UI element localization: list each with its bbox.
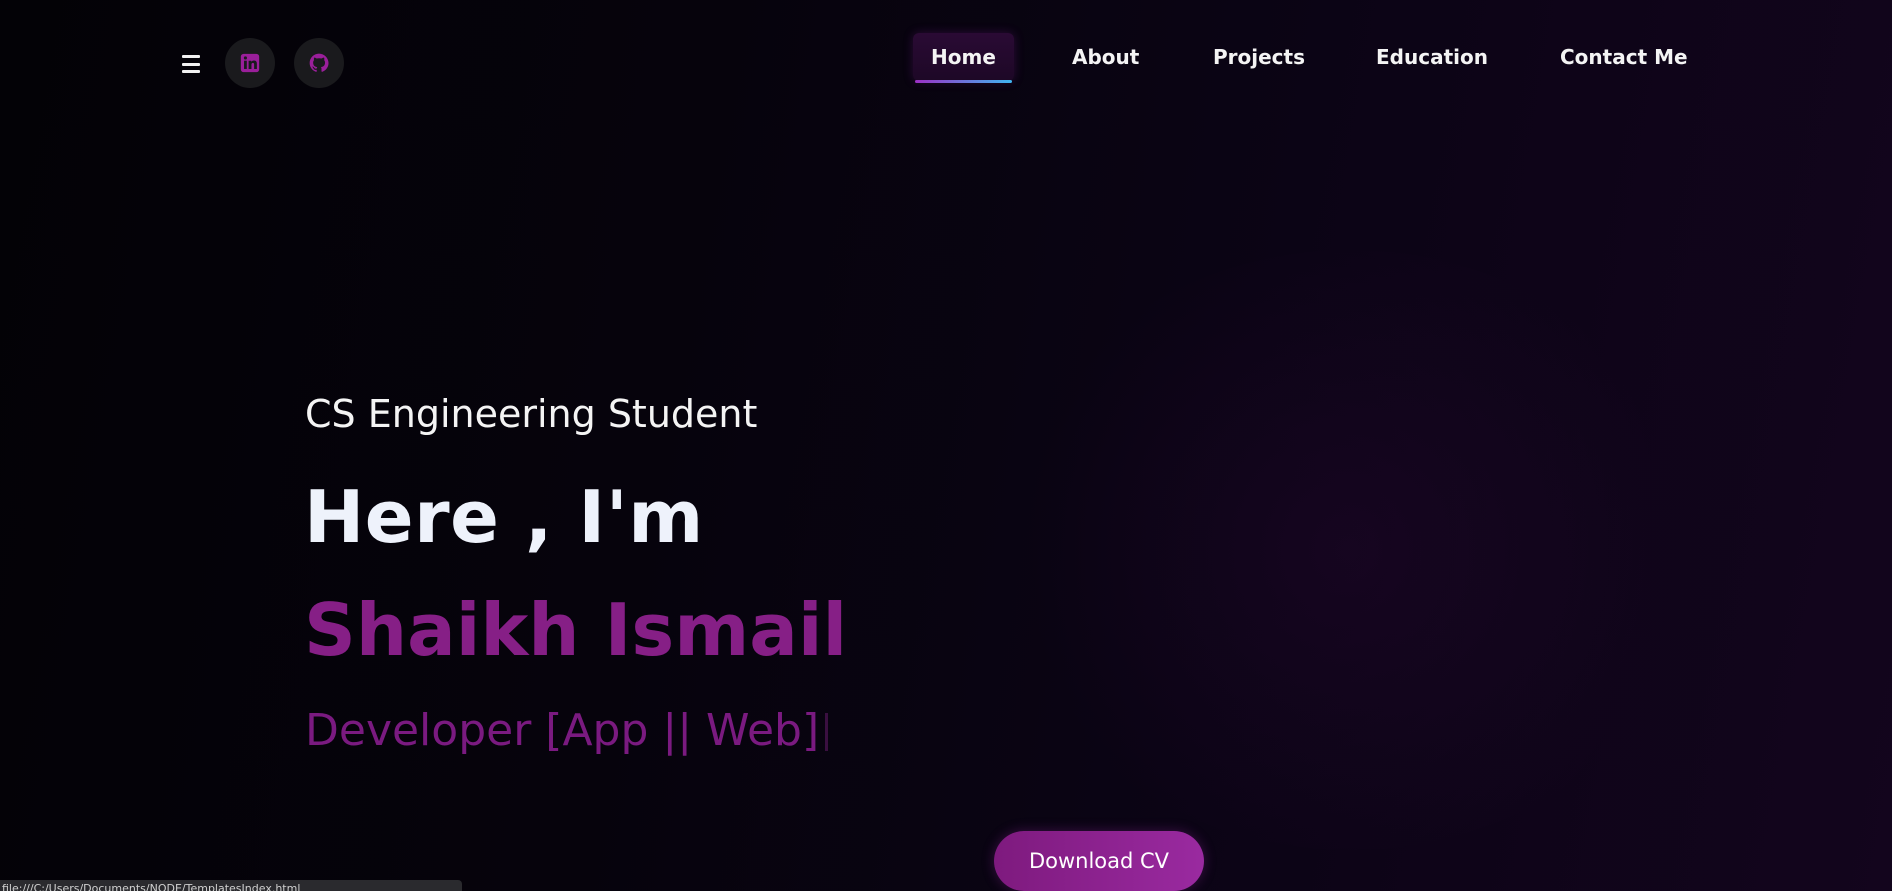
- hero-name: Shaikh Ismail: [304, 588, 848, 672]
- typing-cursor: [825, 713, 829, 751]
- nav-item-about[interactable]: About: [1072, 33, 1139, 81]
- linkedin-icon: [240, 53, 260, 73]
- linkedin-button[interactable]: [225, 38, 275, 88]
- nav-item-projects[interactable]: Projects: [1213, 33, 1305, 81]
- download-cv-button[interactable]: Download CV: [994, 831, 1204, 891]
- browser-status-bar: file:///C:/Users/Documents/NODE/Template…: [0, 880, 462, 891]
- hero-subtitle: CS Engineering Student: [305, 392, 758, 436]
- hero-greeting: Here , I'm: [304, 475, 704, 559]
- hamburger-icon: [182, 55, 200, 58]
- hero-role: Developer [App || Web]: [305, 705, 820, 756]
- nav-item-home[interactable]: Home: [913, 33, 1014, 83]
- nav-item-education[interactable]: Education: [1376, 33, 1488, 81]
- background-glow: [1000, 250, 1700, 850]
- nav-item-contact-me[interactable]: Contact Me: [1560, 33, 1688, 81]
- hero-role-line: Developer [App || Web]: [305, 705, 829, 756]
- github-button[interactable]: [294, 38, 344, 88]
- hamburger-menu-button[interactable]: [180, 52, 204, 76]
- github-icon: [309, 53, 329, 72]
